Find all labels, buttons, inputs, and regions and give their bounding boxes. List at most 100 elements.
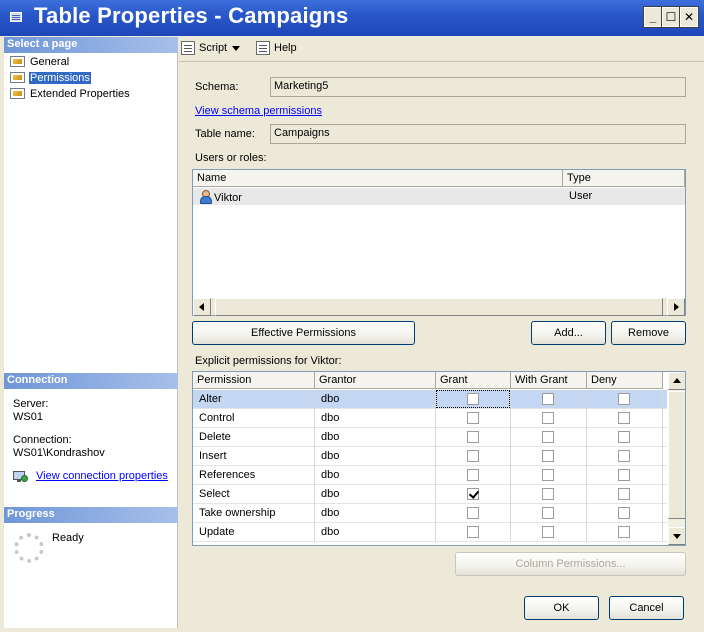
users-horizontal-scrollbar[interactable] [193, 297, 685, 316]
grant-checkbox[interactable] [467, 450, 479, 462]
connection-value: WS01\Kondrashov [13, 447, 105, 459]
minimize-button[interactable]: _ [643, 6, 663, 28]
grant-checkbox[interactable] [467, 526, 479, 538]
deny-checkbox[interactable] [618, 412, 630, 424]
deny-checkbox[interactable] [618, 526, 630, 538]
scroll-thumb[interactable] [215, 298, 663, 316]
deny-checkbox[interactable] [618, 450, 630, 462]
cancel-button[interactable]: Cancel [609, 596, 684, 620]
with-grant-cell [511, 409, 587, 428]
column-permissions-button[interactable]: Column Permissions... [455, 552, 686, 576]
ok-button[interactable]: OK [524, 596, 599, 620]
deny-cell [587, 504, 663, 523]
perm-col-grant[interactable]: Grant [436, 372, 511, 389]
table-row[interactable]: Insert dbo [193, 447, 667, 466]
table-row[interactable]: Select dbo [193, 485, 667, 504]
grantor-cell: dbo [315, 466, 436, 485]
schema-field[interactable]: Marketing5 [270, 77, 686, 97]
grant-cell [436, 390, 511, 409]
scroll-left-button[interactable] [193, 298, 211, 316]
table-row[interactable]: References dbo [193, 466, 667, 485]
grant-cell [436, 409, 511, 428]
grantor-cell: dbo [315, 504, 436, 523]
users-col-type[interactable]: Type [563, 170, 685, 187]
grant-checkbox[interactable] [467, 431, 479, 443]
connection-label: Connection: [13, 434, 72, 446]
help-button[interactable]: Help [256, 40, 297, 56]
with-grant-cell [511, 390, 587, 409]
with-grant-checkbox[interactable] [542, 393, 554, 405]
maximize-button[interactable]: ☐ [661, 6, 681, 28]
table-name-field[interactable]: Campaigns [270, 124, 686, 144]
title-bar[interactable]: Table Properties - Campaigns _ ☐ ✕ [0, 0, 704, 36]
script-label: Script [199, 42, 228, 54]
with-grant-checkbox[interactable] [542, 507, 554, 519]
scroll-down-button[interactable] [668, 527, 685, 545]
table-row[interactable]: Delete dbo [193, 428, 667, 447]
grant-checkbox[interactable] [467, 412, 479, 424]
grantor-cell: dbo [315, 523, 436, 542]
table-row[interactable]: Take ownership dbo [193, 504, 667, 523]
page-item-extended-properties[interactable]: Extended Properties [10, 86, 131, 101]
deny-cell [587, 523, 663, 542]
deny-checkbox[interactable] [618, 488, 630, 500]
permissions-grid[interactable]: Permission Grantor Grant With Grant Deny… [192, 371, 686, 546]
scroll-up-button[interactable] [668, 372, 685, 390]
perm-col-with-grant[interactable]: With Grant [511, 372, 587, 389]
permissions-vertical-scrollbar[interactable] [667, 372, 685, 545]
effective-permissions-button[interactable]: Effective Permissions [192, 321, 415, 345]
arrow-down-icon [673, 534, 681, 539]
grantor-cell: dbo [315, 390, 436, 409]
with-grant-checkbox[interactable] [542, 469, 554, 481]
grant-checkbox[interactable] [467, 469, 479, 481]
table-row[interactable]: Alter dbo [193, 390, 667, 409]
close-button[interactable]: ✕ [679, 6, 699, 28]
with-grant-checkbox[interactable] [542, 488, 554, 500]
grantor-cell: dbo [315, 485, 436, 504]
view-schema-permissions-link[interactable]: View schema permissions [195, 105, 322, 117]
users-col-name[interactable]: Name [193, 170, 563, 187]
focus-rectangle [436, 390, 510, 408]
deny-checkbox[interactable] [618, 507, 630, 519]
table-row[interactable]: Update dbo [193, 523, 667, 542]
with-grant-cell [511, 485, 587, 504]
with-grant-checkbox[interactable] [542, 431, 554, 443]
scroll-thumb[interactable] [668, 391, 685, 519]
script-button[interactable]: Script [181, 40, 241, 56]
with-grant-cell [511, 504, 587, 523]
help-label: Help [274, 42, 297, 54]
perm-col-deny[interactable]: Deny [587, 372, 663, 389]
user-type-cell: User [569, 190, 593, 202]
with-grant-cell [511, 466, 587, 485]
page-label: Permissions [29, 71, 91, 84]
deny-cell [587, 409, 663, 428]
with-grant-checkbox[interactable] [542, 526, 554, 538]
grant-checkbox[interactable] [467, 507, 479, 519]
grant-cell [436, 447, 511, 466]
with-grant-checkbox[interactable] [542, 412, 554, 424]
with-grant-checkbox[interactable] [542, 450, 554, 462]
add-button[interactable]: Add... [531, 321, 606, 345]
perm-col-permission[interactable]: Permission [193, 372, 315, 389]
explicit-permissions-label: Explicit permissions for Viktor: [195, 355, 342, 367]
deny-checkbox[interactable] [618, 431, 630, 443]
remove-button[interactable]: Remove [611, 321, 686, 345]
perm-col-grantor[interactable]: Grantor [315, 372, 436, 389]
progress-status: Ready [52, 532, 84, 544]
deny-checkbox[interactable] [618, 393, 630, 405]
users-grid[interactable]: Name Type Viktor User [192, 169, 686, 316]
scroll-right-button[interactable] [667, 298, 685, 316]
deny-cell [587, 428, 663, 447]
table-name-label: Table name: [195, 128, 255, 140]
page-item-permissions[interactable]: Permissions [10, 70, 91, 85]
permission-name-cell: Select [193, 485, 315, 504]
arrow-right-icon [674, 303, 679, 311]
grant-checkbox[interactable] [467, 488, 479, 500]
table-row[interactable]: Viktor User [193, 188, 685, 205]
table-row[interactable]: Control dbo [193, 409, 667, 428]
view-connection-properties-link[interactable]: View connection properties [36, 470, 168, 482]
server-label: Server: [13, 398, 49, 410]
grant-cell [436, 485, 511, 504]
page-item-general[interactable]: General [10, 54, 70, 69]
deny-checkbox[interactable] [618, 469, 630, 481]
